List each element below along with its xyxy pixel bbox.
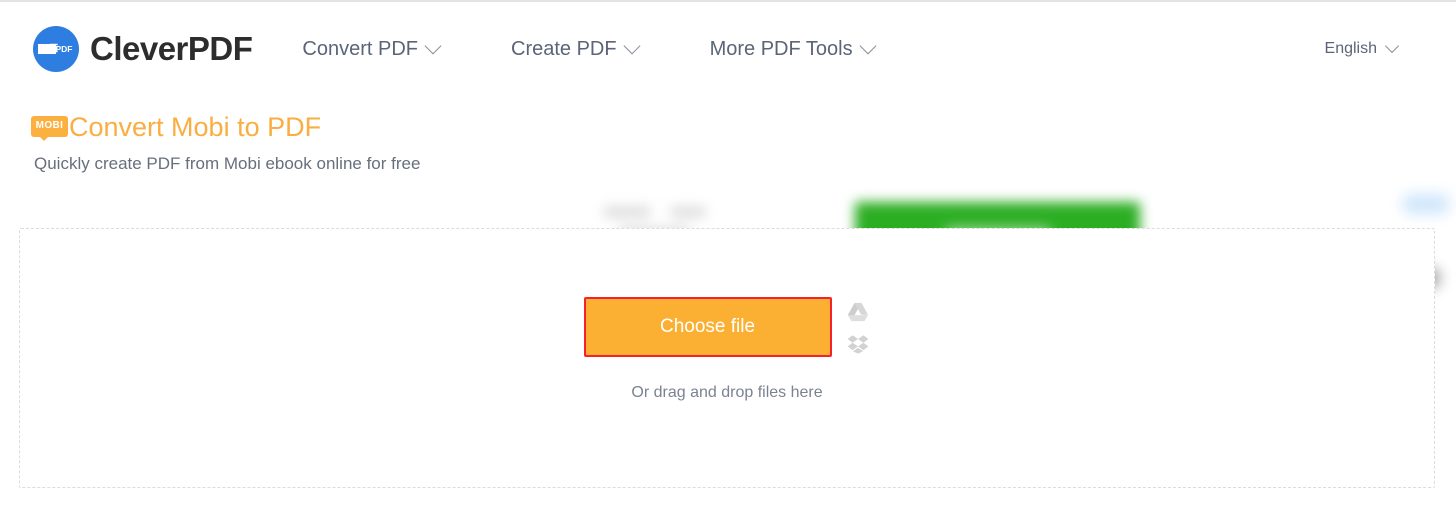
brand-logo-link[interactable]: PDF CleverPDF	[31, 24, 253, 74]
cloud-source-list	[845, 300, 871, 356]
page-subtitle: Quickly create PDF from Mobi ebook onlin…	[34, 154, 421, 173]
nav-item-label: Create PDF	[511, 37, 617, 60]
dropbox-icon[interactable]	[845, 332, 871, 356]
hero-text-block: MOBI Convert Mobi to PDF Quickly create …	[31, 110, 420, 175]
brand-name: CleverPDF	[90, 30, 253, 67]
nav-item-convert-pdf[interactable]: Convert PDF	[302, 32, 442, 67]
google-drive-icon[interactable]	[845, 300, 871, 324]
chevron-down-icon	[424, 37, 442, 55]
svg-text:PDF: PDF	[56, 44, 73, 54]
main-navigation: Convert PDF Create PDF More PDF Tools	[302, 32, 877, 67]
mobi-format-badge-icon: MOBI	[31, 115, 68, 141]
drag-drop-hint: Or drag and drop files here	[631, 384, 823, 401]
chevron-down-icon	[859, 37, 877, 55]
hero-section: MOBI Convert Mobi to PDF Quickly create …	[0, 96, 1456, 290]
file-dropzone[interactable]: Choose file Or drag and drop files here	[19, 228, 1435, 488]
nav-item-label: Convert PDF	[302, 37, 418, 60]
chevron-down-icon	[1384, 38, 1400, 54]
nav-item-more-pdf-tools[interactable]: More PDF Tools	[709, 32, 877, 67]
choose-file-button[interactable]: Choose file	[583, 297, 832, 357]
language-selector-label: English	[1324, 40, 1377, 57]
nav-item-label: More PDF Tools	[709, 37, 853, 60]
chevron-down-icon	[623, 37, 641, 55]
dropzone-content: Choose file Or drag and drop files here	[20, 297, 1434, 403]
nav-item-create-pdf[interactable]: Create PDF	[511, 32, 641, 67]
page-title-text: Convert Mobi to PDF	[69, 112, 322, 142]
cleverpdf-circle-logo-icon: PDF	[31, 24, 81, 74]
page-title: MOBI Convert Mobi to PDF	[31, 110, 420, 144]
language-selector[interactable]: English	[1324, 38, 1400, 58]
site-header: PDF CleverPDF Convert PDF Create PDF Mor…	[0, 2, 1456, 96]
choose-file-row: Choose file	[583, 297, 871, 357]
